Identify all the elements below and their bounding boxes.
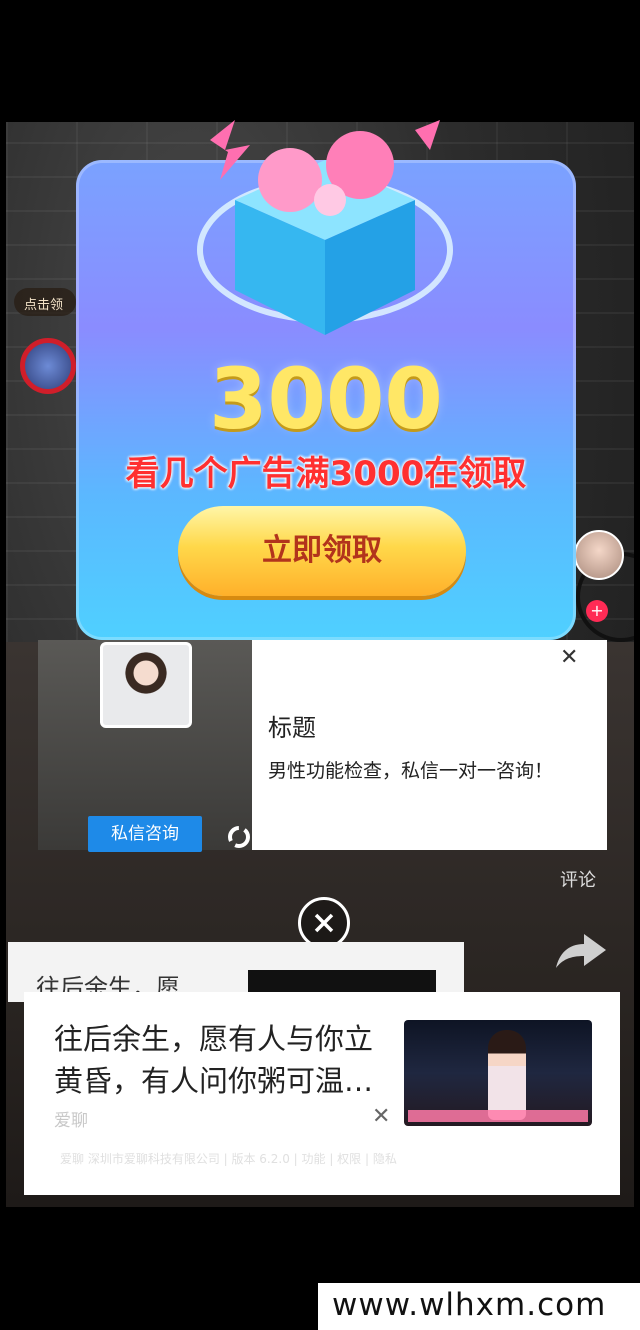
refresh-icon[interactable] — [226, 824, 252, 850]
top-ad-description: 男性功能检查，私信一对一咨询！ — [268, 760, 554, 782]
tap-to-claim-pill[interactable]: 点击领 — [14, 288, 76, 316]
gift-box-icon — [197, 120, 453, 335]
creator-avatar[interactable] — [574, 530, 624, 580]
claim-now-button[interactable]: 立即领取 — [178, 506, 466, 596]
thumbnail-woman-figure — [488, 1030, 526, 1120]
thumbnail-caption-strip — [408, 1110, 588, 1122]
top-ad-title: 标题 — [268, 714, 316, 742]
bottom-ad-source: 爱聊 — [54, 1111, 88, 1131]
comment-label[interactable]: 评论 — [560, 866, 596, 892]
private-message-button[interactable]: 私信咨询 — [88, 816, 202, 852]
reward-amount: 3000 — [209, 350, 443, 448]
ad-portrait-image — [100, 642, 192, 728]
share-icon[interactable] — [554, 930, 608, 970]
follow-plus-icon[interactable]: + — [586, 600, 608, 622]
red-packet-avatar[interactable] — [20, 338, 76, 394]
promo-subtitle: 看几个广告满3000在领取 — [125, 454, 527, 494]
watermark-url: www.wlhxm.com — [318, 1283, 640, 1330]
bottom-ad-headline: 往后余生，愿有人与你立黄昏，有人问你粥可温… — [54, 1022, 374, 1098]
top-ad-close-icon[interactable]: ✕ — [560, 647, 580, 669]
bottom-ad-close-icon[interactable]: ✕ — [372, 1106, 394, 1128]
top-ad-card[interactable] — [252, 640, 607, 850]
bottom-ad-meta: 爱聊 深圳市爱聊科技有限公司 | 版本 6.2.0 | 功能 | 权限 | 隐私 — [60, 1152, 397, 1166]
bottom-ad-thumbnail[interactable] — [404, 1020, 592, 1126]
